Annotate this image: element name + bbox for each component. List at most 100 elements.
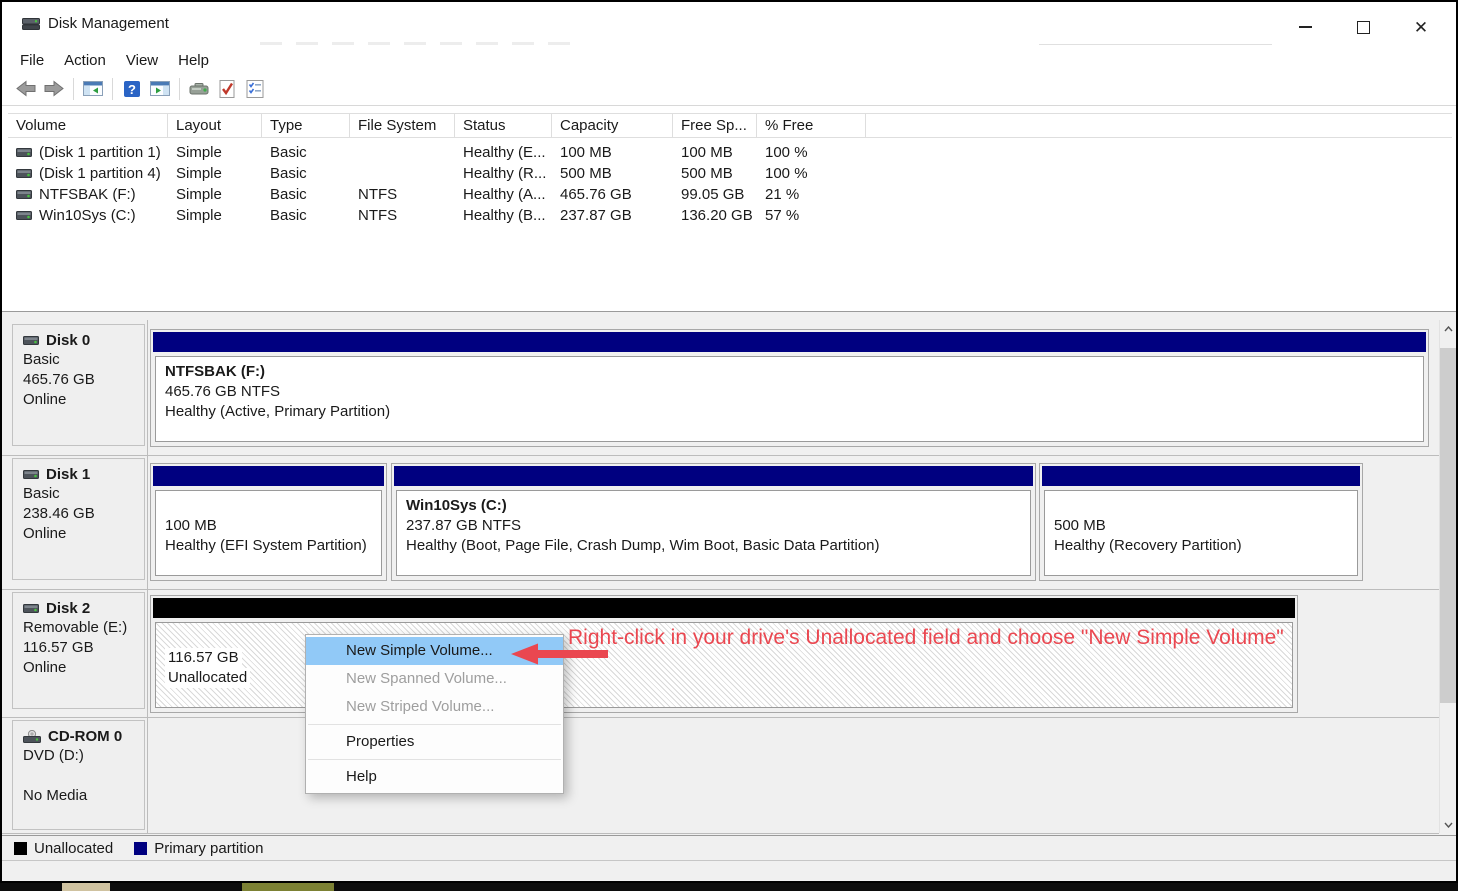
disk-icon xyxy=(23,335,39,346)
cell-layout: Simple xyxy=(168,207,262,224)
legend-bar: Unallocated Primary partition xyxy=(2,835,1456,860)
grid-divider xyxy=(2,455,1439,456)
cell-volume: (Disk 1 partition 1) xyxy=(39,144,161,161)
disk-name: CD-ROM 0 xyxy=(48,728,122,745)
window-title: Disk Management xyxy=(48,15,169,32)
menu-item-new-striped-volume: New Striped Volume... xyxy=(306,693,563,721)
column-header-file-system[interactable]: File System xyxy=(350,114,455,137)
menu-item-new-spanned-volume: New Spanned Volume... xyxy=(306,665,563,693)
partition-size: 237.87 GB NTFS xyxy=(406,516,1021,536)
volume-icon xyxy=(16,168,32,179)
minimize-icon xyxy=(1299,26,1312,28)
cell-volume: Win10Sys (C:) xyxy=(39,207,136,224)
maximize-icon xyxy=(1357,21,1370,34)
cdrom-label-panel[interactable]: CD-ROM 0 DVD (D:) No Media xyxy=(12,720,145,830)
disk-size: 238.46 GB xyxy=(13,504,144,524)
cell-volume: NTFSBAK (F:) xyxy=(39,186,136,203)
console-tree-icon[interactable] xyxy=(79,76,107,102)
menu-view[interactable]: View xyxy=(116,50,168,71)
cell-pct-free: 57 % xyxy=(757,207,866,224)
unallocated-legend-swatch xyxy=(14,842,27,855)
table-row[interactable]: (Disk 1 partition 1) Simple Basic Health… xyxy=(8,142,1452,163)
disk1-label-panel[interactable]: Disk 1 Basic 238.46 GB Online xyxy=(12,458,145,580)
volume-list-panel: Volume Layout Type File System Status Ca… xyxy=(2,106,1456,311)
table-row[interactable]: NTFSBAK (F:) Simple Basic NTFS Healthy (… xyxy=(8,184,1452,205)
partition-size: 116.57 GB xyxy=(165,648,242,668)
annotation-text: Right-click in your drive's Unallocated … xyxy=(568,626,1328,650)
grid-divider xyxy=(2,833,1439,834)
column-header-volume[interactable]: Volume xyxy=(8,114,168,137)
scroll-up-button[interactable] xyxy=(1440,320,1456,337)
minimize-button[interactable] xyxy=(1288,14,1322,40)
grid-divider xyxy=(2,717,1439,718)
primary-partition-legend-label: Primary partition xyxy=(154,840,263,857)
menu-item-properties[interactable]: Properties xyxy=(306,728,563,756)
maximize-button[interactable] xyxy=(1346,14,1380,40)
menu-file[interactable]: File xyxy=(10,50,54,71)
volume-icon xyxy=(16,189,32,200)
cell-capacity: 237.87 GB xyxy=(552,207,673,224)
forward-arrow-icon[interactable] xyxy=(40,76,68,102)
desktop-artifact xyxy=(242,883,334,891)
cell-pct-free: 100 % xyxy=(757,144,866,161)
column-header-filler xyxy=(866,114,1452,137)
primary-partition-band xyxy=(1042,466,1360,486)
partition-efi[interactable]: 100 MB Healthy (EFI System Partition) xyxy=(150,463,387,581)
column-header-free-space[interactable]: Free Sp... xyxy=(673,114,757,137)
column-header-capacity[interactable]: Capacity xyxy=(552,114,673,137)
column-header-type[interactable]: Type xyxy=(262,114,350,137)
action-pane-icon[interactable] xyxy=(146,76,174,102)
close-button[interactable]: ✕ xyxy=(1404,14,1438,40)
back-arrow-icon[interactable] xyxy=(12,76,40,102)
menu-help[interactable]: Help xyxy=(168,50,219,71)
menu-bar: File Action View Help xyxy=(2,48,1456,73)
commit-check-icon[interactable] xyxy=(213,76,241,102)
disk-type: Basic xyxy=(13,484,144,504)
cell-capacity: 100 MB xyxy=(552,144,673,161)
partition-title: NTFSBAK (F:) xyxy=(165,362,1414,382)
menu-separator xyxy=(308,724,561,725)
screen: Disk Management ✕ File Action View Help xyxy=(0,0,1458,891)
table-row[interactable]: (Disk 1 partition 4) Simple Basic Health… xyxy=(8,163,1452,184)
partition-recovery[interactable]: 500 MB Healthy (Recovery Partition) xyxy=(1039,463,1363,581)
partition-ntfsbak[interactable]: NTFSBAK (F:) 465.76 GB NTFS Healthy (Act… xyxy=(150,329,1429,447)
cdrom-icon xyxy=(23,730,41,743)
column-header-status[interactable]: Status xyxy=(455,114,552,137)
column-header-layout[interactable]: Layout xyxy=(168,114,262,137)
partition-title: Win10Sys (C:) xyxy=(406,496,1021,516)
annotation-arrow-icon xyxy=(511,643,608,669)
desktop-artifact xyxy=(62,883,110,891)
disk-status: Online xyxy=(13,390,144,410)
checklist-icon[interactable] xyxy=(241,76,269,102)
cell-free-space: 99.05 GB xyxy=(673,186,757,203)
toolbar-separator xyxy=(179,78,180,100)
disk-icon xyxy=(23,469,39,480)
disk0-label-panel[interactable]: Disk 0 Basic 465.76 GB Online xyxy=(12,324,145,446)
title-bar: Disk Management ✕ xyxy=(2,2,1456,46)
table-row[interactable]: Win10Sys (C:) Simple Basic NTFS Healthy … xyxy=(8,205,1452,226)
ghost-artifact xyxy=(1039,44,1272,45)
cell-type: Basic xyxy=(262,144,350,161)
help-icon[interactable]: ? xyxy=(118,76,146,102)
menu-action[interactable]: Action xyxy=(54,50,116,71)
disk-name: Disk 0 xyxy=(46,332,90,349)
unallocated-band xyxy=(153,598,1295,618)
cell-layout: Simple xyxy=(168,165,262,182)
ghost-artifact xyxy=(260,42,582,45)
partition-win10sys[interactable]: Win10Sys (C:) 237.87 GB NTFS Healthy (Bo… xyxy=(391,463,1036,581)
disk-status: No Media xyxy=(13,786,144,806)
disk-management-window: Disk Management ✕ File Action View Help xyxy=(0,0,1458,883)
menu-item-help[interactable]: Help xyxy=(306,763,563,791)
disk-tool-icon[interactable] xyxy=(185,76,213,102)
grid-divider xyxy=(2,589,1439,590)
status-strip xyxy=(2,860,1456,881)
toolbar: ? xyxy=(2,73,1456,106)
disk-size: 465.76 GB xyxy=(13,370,144,390)
vertical-scrollbar[interactable] xyxy=(1439,320,1456,833)
cell-status: Healthy (A... xyxy=(455,186,552,203)
scroll-down-button[interactable] xyxy=(1440,816,1456,833)
disk-management-app-icon xyxy=(22,17,40,31)
scrollbar-thumb[interactable] xyxy=(1440,348,1456,703)
column-header-pct-free[interactable]: % Free xyxy=(757,114,866,137)
disk2-label-panel[interactable]: Disk 2 Removable (E:) 116.57 GB Online xyxy=(12,592,145,709)
